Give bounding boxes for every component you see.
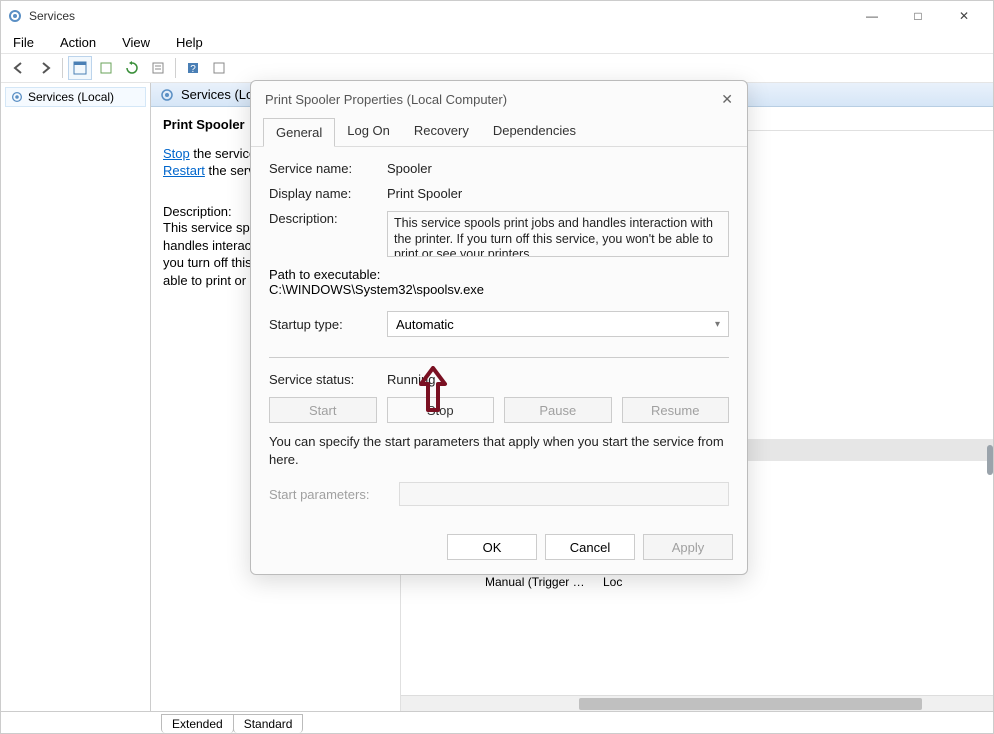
chevron-down-icon: ▾ [715,319,720,330]
bottom-tabs: Extended Standard [1,711,993,733]
restart-link[interactable]: Restart [163,163,205,178]
dialog-footer: OK Cancel Apply [251,524,747,574]
label-path: Path to executable: [269,267,729,282]
start-button: Start [269,397,377,423]
divider [269,357,729,358]
label-startup-type: Startup type: [269,317,387,332]
start-params-input [399,482,729,506]
menubar: File Action View Help [1,31,993,53]
dialog-tab-recovery[interactable]: Recovery [402,117,481,146]
cancel-button[interactable]: Cancel [545,534,635,560]
value-service-name: Spooler [387,161,729,176]
stop-link[interactable]: Stop [163,146,190,161]
menu-action[interactable]: Action [54,33,102,52]
stop-button[interactable]: Stop [387,397,495,423]
gear-icon [159,87,175,103]
label-service-name: Service name: [269,161,387,176]
value-display-name: Print Spooler [387,186,729,201]
tree-services-local[interactable]: Services (Local) [5,87,146,107]
startup-type-value: Automatic [396,317,454,332]
dialog-tab-logon[interactable]: Log On [335,117,402,146]
startup-type-select[interactable]: Automatic ▾ [387,311,729,337]
forward-button[interactable] [33,56,57,80]
label-start-params: Start parameters: [269,487,399,502]
menu-help[interactable]: Help [170,33,209,52]
vertical-scroll-thumb[interactable] [987,445,993,475]
menu-file[interactable]: File [7,33,40,52]
ok-button[interactable]: OK [447,534,537,560]
dialog-tab-general[interactable]: General [263,118,335,147]
toolbar-separator [175,58,176,78]
cell-startup: Manual (Trigger Start) [477,575,595,589]
maximize-button[interactable]: □ [895,1,941,31]
tree-item-label: Services (Local) [28,90,114,104]
properties-dialog: Print Spooler Properties (Local Computer… [250,80,748,575]
gear-icon [10,90,24,104]
dialog-close-button[interactable]: ✕ [721,91,733,108]
tab-standard[interactable]: Standard [233,714,304,733]
cell-logon: Loc [595,575,653,589]
vertical-scrollbar[interactable] [987,107,993,711]
pause-button: Pause [504,397,612,423]
titlebar: Services — □ ✕ [1,1,993,31]
horizontal-scrollbar[interactable] [401,695,993,711]
dialog-tabs: General Log On Recovery Dependencies [251,117,747,147]
tree-pane: Services (Local) [1,83,151,711]
description-textbox[interactable]: This service spools print jobs and handl… [387,211,729,257]
label-service-status: Service status: [269,372,387,387]
start-params-hint: You can specify the start parameters tha… [269,433,729,468]
toolbar-button[interactable] [207,56,231,80]
minimize-button[interactable]: — [849,1,895,31]
label-description: Description: [269,211,387,226]
properties-toolbar-button[interactable] [68,56,92,80]
gear-icon [7,8,23,24]
value-path: C:\WINDOWS\System32\spoolsv.exe [269,282,729,297]
help-toolbar-button[interactable]: ? [181,56,205,80]
toolbar: ? [1,53,993,83]
service-control-buttons: Start Stop Pause Resume [269,397,729,423]
resume-button: Resume [622,397,730,423]
value-service-status: Running [387,372,729,387]
properties2-toolbar-button[interactable] [146,56,170,80]
tab-extended[interactable]: Extended [161,714,234,733]
close-button[interactable]: ✕ [941,1,987,31]
apply-button: Apply [643,534,733,560]
dialog-body: Service name: Spooler Display name: Prin… [251,147,747,524]
label-display-name: Display name: [269,186,387,201]
horizontal-scroll-thumb[interactable] [579,698,922,710]
export-toolbar-button[interactable] [94,56,118,80]
dialog-titlebar: Print Spooler Properties (Local Computer… [251,81,747,117]
refresh-toolbar-button[interactable] [120,56,144,80]
menu-view[interactable]: View [116,33,156,52]
back-button[interactable] [7,56,31,80]
dialog-tab-dependencies[interactable]: Dependencies [481,117,588,146]
window-controls: — □ ✕ [849,1,987,31]
dialog-title: Print Spooler Properties (Local Computer… [265,92,721,107]
svg-text:?: ? [190,64,196,75]
window-title: Services [29,9,849,23]
toolbar-separator [62,58,63,78]
